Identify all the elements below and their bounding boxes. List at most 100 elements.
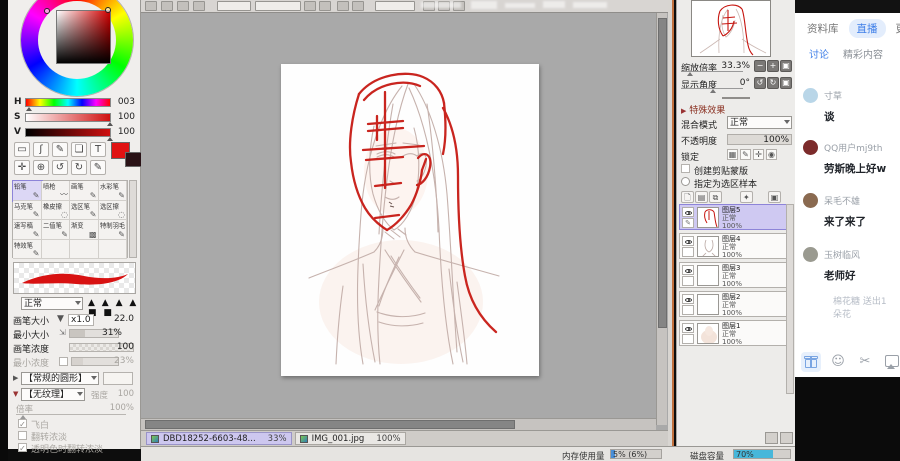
shape-preset-dropdown[interactable]: 【常规的圆形】 xyxy=(21,372,99,385)
user-avatar[interactable] xyxy=(803,193,818,208)
layer-link-box[interactable] xyxy=(682,334,694,344)
user-avatar[interactable] xyxy=(803,247,818,262)
special-effects-row[interactable]: ▶ 特殊效果 xyxy=(681,103,792,116)
document-tab-2[interactable]: IMG_001.jpg100% xyxy=(295,432,406,445)
zoom-in-button[interactable]: + xyxy=(767,60,779,72)
tool-2[interactable]: 喷枪〰 xyxy=(42,181,71,201)
hue-slider-tick[interactable] xyxy=(26,107,32,111)
lock-transparency-icon[interactable]: ▦ xyxy=(727,149,738,160)
toolbar-button[interactable] xyxy=(193,1,205,11)
document-tab-1[interactable]: DBD18252-6603-48...33% xyxy=(146,432,292,445)
sat-slider-tick[interactable] xyxy=(107,122,113,126)
tool-grid-scrollbar[interactable] xyxy=(129,180,137,258)
blend-mode-dropdown[interactable]: 正常 xyxy=(727,116,792,129)
tool-5[interactable]: 马克笔✎ xyxy=(13,201,42,221)
secondary-color-swatch[interactable] xyxy=(125,152,142,167)
layer-link-box[interactable] xyxy=(682,247,694,257)
brush-option-checkbox[interactable] xyxy=(18,431,27,440)
toolbar-field[interactable] xyxy=(217,1,251,11)
layer-row-图层5[interactable]: ✎图层5正常100% xyxy=(679,204,787,230)
tool-7[interactable]: 选区笔✎ xyxy=(70,201,99,221)
brush-option-checkbox[interactable]: ✓ xyxy=(18,419,27,428)
toolbar-button[interactable] xyxy=(161,1,173,11)
brush-option-2[interactable]: 翻转浓淡 xyxy=(18,430,138,442)
panel-option-icon[interactable]: ▣ xyxy=(768,191,781,203)
sv-marker[interactable] xyxy=(105,7,111,13)
sv-square[interactable] xyxy=(56,10,111,64)
tool-12[interactable]: 特制羽毛✎ xyxy=(99,220,128,240)
canvas-horizontal-scrollbar[interactable] xyxy=(141,418,656,430)
move-icon-button[interactable]: ✛ xyxy=(14,160,30,175)
texture-preset-arrow[interactable]: ▼ xyxy=(13,390,18,398)
emoji-icon[interactable]: ☺ xyxy=(828,352,848,372)
tool-6[interactable]: 橡皮擦◌ xyxy=(42,201,71,221)
texture-ratio-slider[interactable] xyxy=(16,414,126,415)
lock-pixels-icon[interactable]: ✎ xyxy=(740,149,751,160)
user-avatar[interactable] xyxy=(803,140,818,155)
layer-visibility-toggle[interactable] xyxy=(682,236,694,246)
tool-3[interactable]: 画笔✎ xyxy=(70,181,99,201)
hue-slider[interactable] xyxy=(25,98,111,107)
new-folder-icon[interactable]: ▤ xyxy=(695,191,708,203)
shape-select-icon-button[interactable]: ❏ xyxy=(71,142,87,157)
toolbar-button[interactable] xyxy=(145,1,157,11)
toolbar-field[interactable] xyxy=(375,1,415,11)
zoom-reset-button[interactable]: ▣ xyxy=(780,60,792,72)
zoom-icon-button[interactable]: ⊕ xyxy=(33,160,49,175)
panel-divider[interactable] xyxy=(668,0,674,446)
min-density-slider[interactable] xyxy=(71,357,119,366)
toolbar-button[interactable] xyxy=(352,1,364,11)
layer-link-box[interactable] xyxy=(682,276,694,286)
rotate-ccw-button[interactable]: ↺ xyxy=(754,77,766,89)
layer-visibility-toggle[interactable] xyxy=(682,207,694,217)
chat-subtab-2[interactable]: 精彩内容 xyxy=(843,46,883,66)
panel-bottom-button[interactable] xyxy=(780,432,793,444)
brush-option-checkbox[interactable]: ✓ xyxy=(18,443,27,452)
layer-paint-indicator[interactable]: ✎ xyxy=(682,218,694,228)
tool-8[interactable]: 选区擦◌ xyxy=(99,201,128,221)
eyedropper-icon-button[interactable]: ✎ xyxy=(90,160,106,175)
text-tool-icon-button[interactable]: T xyxy=(90,142,106,157)
rect-select-icon-button[interactable]: ▭ xyxy=(14,142,30,157)
toolbar-button[interactable] xyxy=(304,1,316,11)
layer-link-box[interactable] xyxy=(682,305,694,315)
magic-wand-icon-button[interactable]: ✎ xyxy=(52,142,68,157)
shape-preset-arrow[interactable]: ▶ xyxy=(13,374,18,382)
layer-row-图层2[interactable]: 图层2正常100% xyxy=(679,291,787,317)
lasso-icon-button[interactable]: ʃ xyxy=(33,142,49,157)
hue-marker[interactable] xyxy=(44,8,50,14)
chat-subtab-1[interactable]: 讨论 xyxy=(809,46,829,66)
canvas-vertical-scrollbar[interactable] xyxy=(656,13,667,425)
toolbar-button[interactable] xyxy=(177,1,189,11)
texture-preset-dropdown[interactable]: 【无纹理】 xyxy=(21,388,85,401)
gift-icon[interactable] xyxy=(801,352,821,372)
selection-sample-row[interactable]: 指定为选区样本 xyxy=(681,177,792,188)
new-layer-icon[interactable]: 🗋 xyxy=(681,191,694,203)
val-slider-tick[interactable] xyxy=(107,137,113,141)
rotate-reset-button[interactable]: ▣ xyxy=(780,77,792,89)
duplicate-layer-icon[interactable]: ⧉ xyxy=(709,191,722,203)
panel-bottom-button[interactable] xyxy=(765,432,778,444)
panel-resize-handle[interactable] xyxy=(722,97,750,99)
horizontal-scroll-thumb[interactable] xyxy=(145,420,515,429)
val-slider[interactable] xyxy=(25,128,111,137)
tool-1[interactable]: 铅笔✎ xyxy=(13,181,42,201)
chat-tab-3[interactable]: 更多 xyxy=(896,21,900,36)
brush-option-1[interactable]: ✓飞白 xyxy=(18,418,138,430)
sat-slider[interactable] xyxy=(25,113,111,122)
brush-size-dropdown-arrow[interactable]: ▼ xyxy=(57,314,64,324)
min-size-toggle[interactable]: ⇲ xyxy=(59,328,66,337)
lock-position-icon[interactable]: ✛ xyxy=(753,149,764,160)
user-avatar[interactable] xyxy=(803,88,818,103)
layer-row-图层3[interactable]: 图层3正常100% xyxy=(679,262,787,288)
brush-option-3[interactable]: ✓透明色时翻转浓淡 xyxy=(18,442,138,454)
scissors-icon[interactable]: ✂ xyxy=(855,352,875,372)
tool-13[interactable]: 特效笔✎ xyxy=(13,240,42,260)
layer-row-图层1[interactable]: 图层1正常100% xyxy=(679,320,787,346)
toolbar-button[interactable] xyxy=(337,1,349,11)
min-density-checkbox[interactable] xyxy=(59,357,68,366)
brush-blend-dropdown[interactable]: 正常 xyxy=(21,297,83,310)
tool-11[interactable]: 渐变▩ xyxy=(70,220,99,240)
mask-icon[interactable]: ✦ xyxy=(740,191,753,203)
chat-tab-2[interactable]: 直播 xyxy=(849,19,886,38)
